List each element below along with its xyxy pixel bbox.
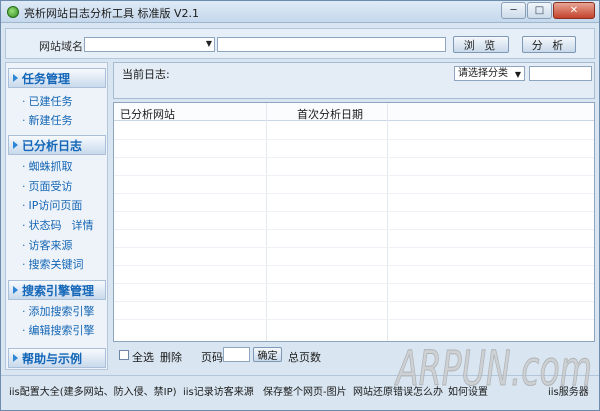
watermark-text: ARPUN.com <box>394 341 592 397</box>
sidebar-item-details[interactable]: 详情 <box>72 219 94 232</box>
sidebar-item-add-engine[interactable]: · 添加搜索引擎 <box>22 303 95 319</box>
footer-link-iis-config[interactable]: iis配置大全(建多网站、防入侵、禁IP) <box>9 383 177 398</box>
table-row[interactable] <box>114 319 594 320</box>
section-arrow-icon <box>13 286 18 294</box>
table-row[interactable] <box>114 301 594 302</box>
analyze-button[interactable]: 分 析 <box>522 36 576 53</box>
delete-link[interactable]: 删除 <box>160 349 182 365</box>
sidebar-item-status-code[interactable]: · 状态码 详情 <box>22 217 94 233</box>
current-log-label: 当前日志: <box>122 68 170 81</box>
select-all-checkbox[interactable] <box>119 350 129 360</box>
sidebar-section-title: 帮助与示例 <box>22 351 83 366</box>
analyzed-sites-table: 已分析网站 首次分析日期 <box>113 102 595 342</box>
sidebar-item-existing-tasks[interactable]: · 已建任务 <box>22 93 73 109</box>
table-row[interactable] <box>114 157 594 158</box>
browse-button[interactable]: 浏 览 <box>453 36 509 53</box>
section-arrow-icon <box>13 354 18 362</box>
title-bar: 亮析网站日志分析工具 标准版 V2.1 ─ □ ✕ <box>1 1 599 23</box>
section-arrow-icon <box>13 141 18 149</box>
site-path-input[interactable] <box>217 37 446 52</box>
table-row[interactable] <box>114 139 594 140</box>
app-window: 亮析网站日志分析工具 标准版 V2.1 ─ □ ✕ 网站域名: ▼ 浏 览 分 … <box>0 0 600 411</box>
sidebar-section-help[interactable]: 帮助与示例 <box>8 348 106 368</box>
table-row[interactable] <box>114 193 594 194</box>
site-toolbar: 网站域名: ▼ 浏 览 分 析 <box>5 28 595 59</box>
select-all-label[interactable]: 全选 <box>132 349 154 365</box>
category-input[interactable] <box>529 66 592 81</box>
category-select[interactable]: 请选择分类 ▼ <box>454 66 525 81</box>
sidebar-section-title: 搜索引擎管理 <box>22 283 95 298</box>
sidebar: 任务管理 · 已建任务 · 新建任务 已分析日志 · 蜘蛛抓取 · 页面受访 · IP访问… <box>5 62 108 370</box>
section-arrow-icon <box>13 74 18 82</box>
table-row[interactable] <box>114 247 594 248</box>
sidebar-item-search-keywords[interactable]: · 搜索关键词 <box>22 256 84 272</box>
chevron-down-icon[interactable]: ▼ <box>515 68 521 81</box>
site-domain-label: 网站域名: <box>39 40 87 53</box>
page-number-input[interactable] <box>223 347 250 362</box>
arpun-watermark: ARPUN.com <box>394 341 593 398</box>
column-header-site[interactable]: 已分析网站 <box>120 106 175 122</box>
table-row[interactable] <box>114 211 594 212</box>
sidebar-item-new-task[interactable]: · 新建任务 <box>22 112 73 128</box>
sidebar-item-ip-pages[interactable]: · IP访问页面 <box>22 197 82 213</box>
sidebar-section-task[interactable]: 任务管理 <box>8 68 106 88</box>
site-domain-combo[interactable]: ▼ <box>84 37 215 52</box>
sidebar-item-page-visits[interactable]: · 页面受访 <box>22 178 73 194</box>
sidebar-item-spider-crawl[interactable]: · 蜘蛛抓取 <box>22 158 73 174</box>
window-title: 亮析网站日志分析工具 标准版 V2.1 <box>24 7 200 20</box>
sidebar-section-title: 任务管理 <box>22 71 71 86</box>
footer-link-iis-visitor-source[interactable]: iis记录访客来源 <box>183 383 254 398</box>
chevron-down-icon[interactable]: ▼ <box>206 39 212 48</box>
main-panel: 当前日志: 请选择分类 ▼ 已分析网站 首次分析日期 全选 删除 页码 确定 总… <box>113 62 595 370</box>
table-row[interactable] <box>114 283 594 284</box>
current-log-bar: 当前日志: 请选择分类 ▼ <box>113 62 595 99</box>
window-controls: ─ □ ✕ <box>500 2 595 20</box>
sidebar-item-edit-engine[interactable]: · 编辑搜索引擎 <box>22 322 95 338</box>
maximize-button[interactable]: □ <box>527 2 552 19</box>
page-label: 页码 <box>201 351 223 364</box>
table-row[interactable] <box>114 229 594 230</box>
footer-link-save-page[interactable]: 保存整个网页-图片 <box>263 383 347 398</box>
table-header: 已分析网站 首次分析日期 <box>114 103 594 121</box>
total-pages-label: 总页数 <box>288 351 321 364</box>
sidebar-section-title: 已分析日志 <box>22 138 83 153</box>
close-button[interactable]: ✕ <box>553 2 595 19</box>
minimize-button[interactable]: ─ <box>501 2 526 19</box>
column-header-first-date[interactable]: 首次分析日期 <box>297 106 363 122</box>
table-row[interactable] <box>114 175 594 176</box>
confirm-page-button[interactable]: 确定 <box>253 347 282 362</box>
sidebar-section-search-engine[interactable]: 搜索引擎管理 <box>8 280 106 300</box>
sidebar-section-analyzed-logs[interactable]: 已分析日志 <box>8 135 106 155</box>
sidebar-item-visitor-source[interactable]: · 访客来源 <box>22 237 73 253</box>
table-row[interactable] <box>114 265 594 266</box>
app-icon <box>7 6 19 18</box>
